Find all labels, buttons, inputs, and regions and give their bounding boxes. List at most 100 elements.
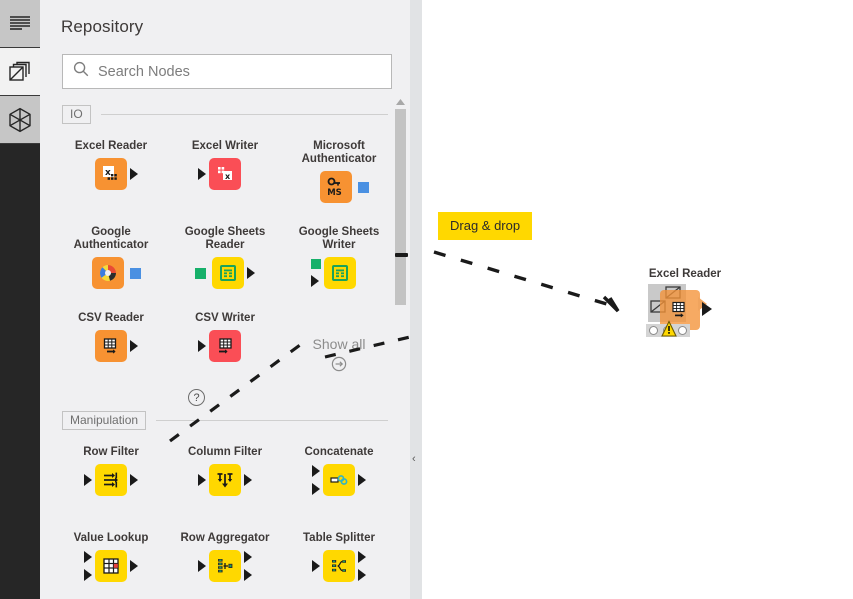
drag-help-marker: ? <box>188 389 205 406</box>
description-icon <box>9 14 31 34</box>
svg-text:MS: MS <box>327 188 342 198</box>
node-figure: x <box>198 157 252 191</box>
excel-read-icon: x <box>95 158 127 190</box>
repository-scroll-area: IO Excel Reader x <box>40 89 410 599</box>
node-concatenate[interactable]: Concatenate <box>282 439 396 523</box>
node-output-port <box>244 551 252 563</box>
node-flow-variable-port <box>130 268 141 279</box>
sheets-icon <box>324 257 356 289</box>
node-output-port <box>130 560 138 572</box>
rail-item-description[interactable] <box>0 0 40 48</box>
node-input-port <box>312 560 320 572</box>
node-figure: MS <box>309 170 369 204</box>
scrollbar-thumb[interactable] <box>395 109 406 305</box>
arrow-right-circle-icon <box>331 356 347 377</box>
node-row-aggregator[interactable]: Row Aggregator <box>168 525 282 599</box>
node-label: Concatenate <box>304 446 373 459</box>
workflow-canvas[interactable]: Drag & drop Excel Reader <box>422 0 853 599</box>
drag-and-drop-badge: Drag & drop <box>438 212 532 240</box>
node-output-port <box>130 340 138 352</box>
node-input-port <box>198 560 206 572</box>
node-input-port <box>198 340 206 352</box>
node-label: Value Lookup <box>74 532 149 545</box>
category-header-manipulation: Manipulation <box>62 407 388 433</box>
show-all-link[interactable]: Show all <box>282 305 396 389</box>
node-excel-reader[interactable]: Excel Reader x <box>54 133 168 217</box>
node-figure <box>81 256 141 290</box>
node-output-port-2 <box>358 569 366 581</box>
node-connection-port <box>195 268 206 279</box>
search-icon <box>73 61 98 82</box>
svg-text:x: x <box>225 172 231 181</box>
node-output-port <box>244 474 252 486</box>
node-connection-port <box>311 259 321 269</box>
node-label: Google Authenticator <box>59 226 163 252</box>
node-figure <box>84 463 138 497</box>
panel-splitter[interactable]: ‹ <box>410 0 422 599</box>
canvas-node-excel-reader[interactable]: Excel Reader <box>630 268 740 340</box>
node-input-port-2 <box>84 569 92 581</box>
value-lookup-icon <box>95 550 127 582</box>
status-dot-idle <box>649 326 658 335</box>
node-figure <box>312 549 366 583</box>
layers-icon <box>8 61 32 83</box>
show-all-label: Show all <box>313 336 366 352</box>
repository-scrollbar[interactable] <box>394 89 407 599</box>
node-google-sheets-writer[interactable]: Google Sheets Writer <box>282 219 396 303</box>
node-input-ports <box>312 465 320 495</box>
node-output-port <box>130 168 138 180</box>
node-label: Table Splitter <box>303 532 375 545</box>
status-dot-done <box>678 326 687 335</box>
node-figure <box>84 329 138 363</box>
app-root: Repository IO Excel Reader <box>0 0 853 599</box>
node-google-sheets-reader[interactable]: Google Sheets Reader <box>168 219 282 303</box>
node-excel-writer[interactable]: Excel Writer x <box>168 133 282 217</box>
node-csv-writer[interactable]: CSV Writer <box>168 305 282 389</box>
canvas-node-body[interactable] <box>630 284 740 340</box>
table-splitter-icon <box>323 550 355 582</box>
page-title: Repository <box>40 0 410 37</box>
repository-panel: Repository IO Excel Reader <box>40 0 410 599</box>
category-tag: Manipulation <box>62 411 146 430</box>
node-label: Google Sheets Reader <box>173 226 277 252</box>
node-grid-io: Excel Reader x <box>40 127 410 389</box>
node-input-port <box>312 465 320 477</box>
node-table-splitter[interactable]: Table Splitter <box>282 525 396 599</box>
node-flow-variable-port <box>358 182 369 193</box>
search-input[interactable] <box>98 64 381 80</box>
node-label: Row Aggregator <box>180 532 269 545</box>
node-repository-icon <box>8 107 32 133</box>
node-grid-manipulation: Row Filter <box>40 433 410 599</box>
node-label: Microsoft Authenticator <box>287 140 391 166</box>
node-label: Row Filter <box>83 446 139 459</box>
node-input-port <box>84 474 92 486</box>
row-aggregator-icon <box>209 550 241 582</box>
category-divider <box>101 114 388 115</box>
node-input-ports <box>84 551 92 581</box>
table-read-icon <box>95 330 127 362</box>
svg-text:x: x <box>105 168 111 178</box>
node-microsoft-authenticator[interactable]: Microsoft Authenticator MS <box>282 133 396 217</box>
scroll-up-arrow-icon[interactable] <box>395 97 406 106</box>
node-row-filter[interactable]: Row Filter <box>54 439 168 523</box>
node-value-lookup[interactable]: Value Lookup <box>54 525 168 599</box>
node-output-ports <box>244 551 252 581</box>
node-label: CSV Reader <box>78 312 144 325</box>
node-csv-reader[interactable]: CSV Reader <box>54 305 168 389</box>
node-label: Excel Reader <box>75 140 147 153</box>
node-google-authenticator[interactable]: Google Authenticator <box>54 219 168 303</box>
table-read-icon <box>669 299 691 321</box>
scrollbar-grip <box>395 253 408 257</box>
search-box[interactable] <box>62 54 392 89</box>
collapse-panel-chevron-icon[interactable]: ‹ <box>412 454 416 465</box>
canvas-node-label: Excel Reader <box>630 268 740 280</box>
node-input-port <box>198 474 206 486</box>
node-output-port <box>130 474 138 486</box>
sheets-icon <box>212 257 244 289</box>
node-column-filter[interactable]: Column Filter <box>168 439 282 523</box>
rail-item-workflows[interactable] <box>0 48 40 96</box>
node-input-port <box>311 275 319 287</box>
node-label: Google Sheets Writer <box>287 226 391 252</box>
node-label: Excel Writer <box>192 140 258 153</box>
rail-item-node-repository[interactable] <box>0 96 40 144</box>
